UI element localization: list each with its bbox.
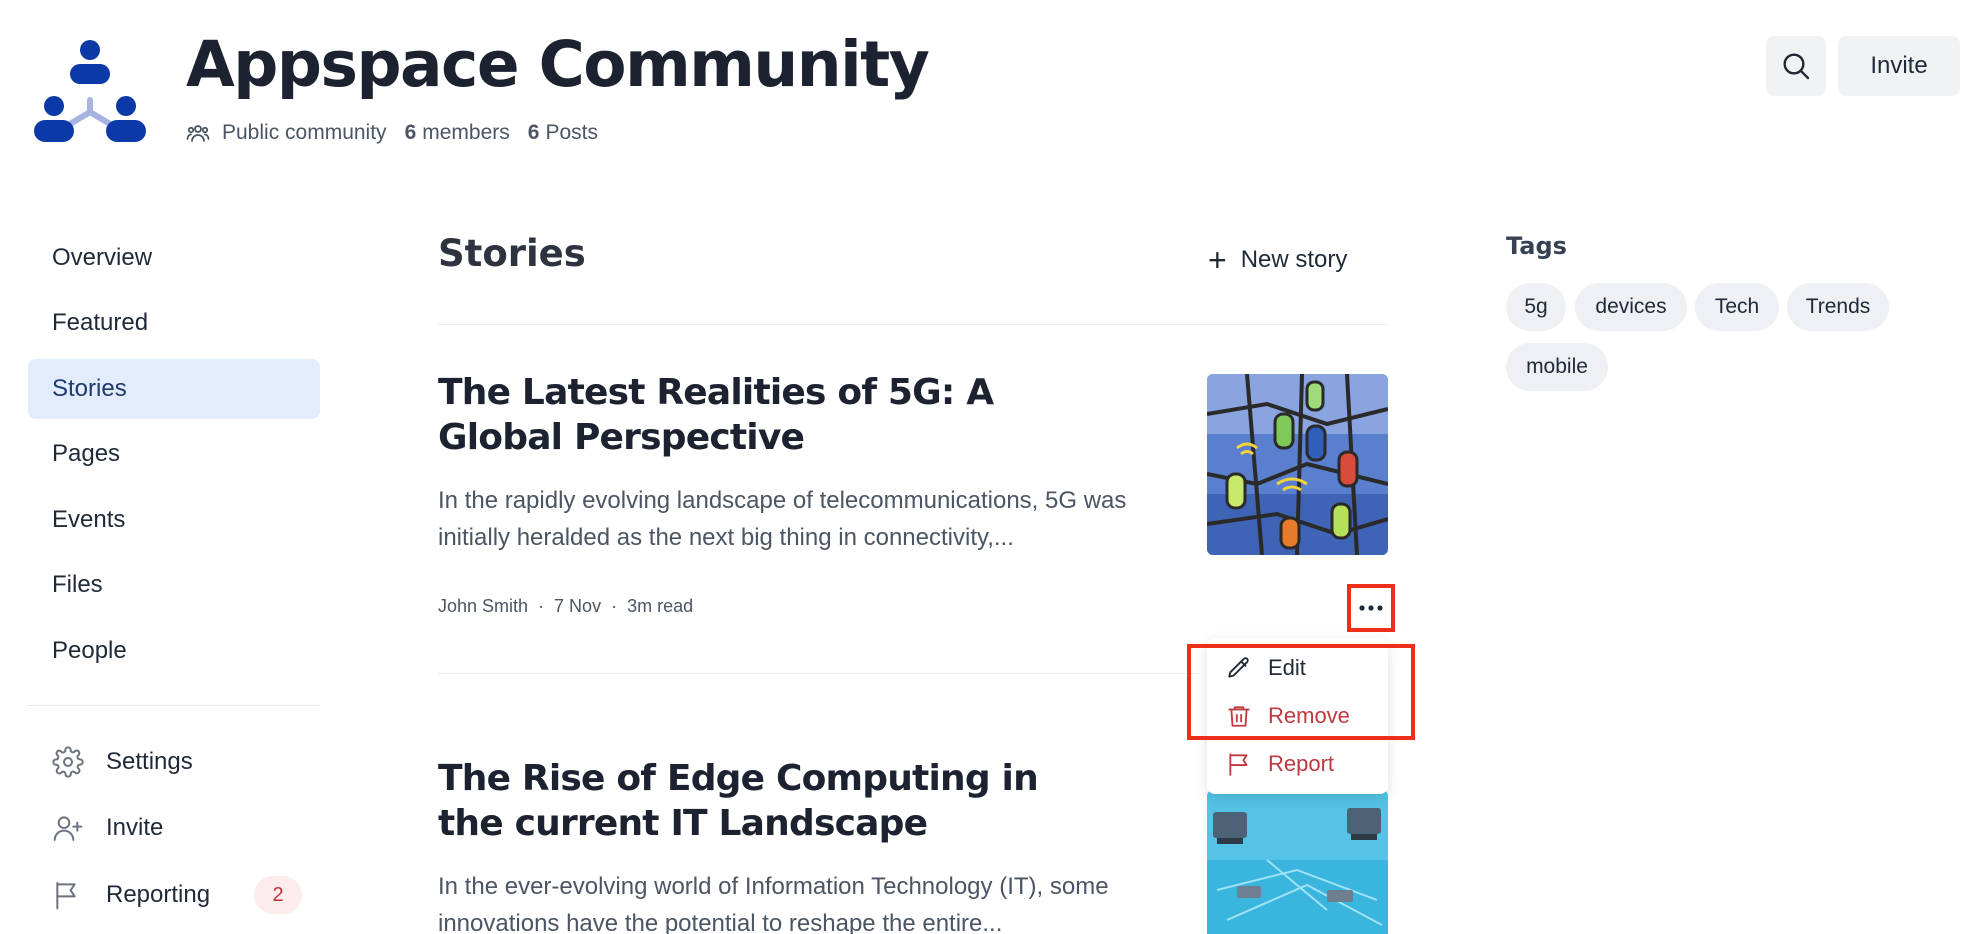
visibility-label: Public community <box>222 121 387 144</box>
posts-count: 6 <box>527 121 540 144</box>
tags-title: Tags <box>1506 232 1567 260</box>
sidebar-item-events[interactable]: Events <box>28 490 320 550</box>
flag-icon <box>56 882 76 910</box>
section-divider <box>438 324 1388 325</box>
plus-icon: + <box>1208 242 1227 278</box>
story-thumbnail[interactable] <box>1207 374 1388 555</box>
tag-chip[interactable]: devices <box>1575 283 1687 331</box>
menu-item-report-label: Report <box>1268 751 1335 776</box>
menu-item-report[interactable]: Report <box>1226 746 1334 782</box>
community-title: Appspace Community <box>186 28 930 101</box>
sidebar-item-people[interactable]: People <box>28 621 320 681</box>
story-thumbnail[interactable] <box>1207 790 1388 934</box>
settings-label: Settings <box>106 748 193 775</box>
user-plus-icon <box>53 816 83 841</box>
gear-icon <box>52 746 84 778</box>
reporting-link[interactable]: Reporting <box>52 875 210 915</box>
community-meta: Public community 6 members 6 Posts <box>186 121 598 145</box>
posts-label: Posts <box>545 121 598 144</box>
search-button[interactable] <box>1766 36 1826 96</box>
sidebar-item-featured[interactable]: Featured <box>28 293 320 353</box>
sidebar-item-stories[interactable]: Stories <box>28 359 320 419</box>
tag-chip[interactable]: 5g <box>1506 283 1566 331</box>
sidebar-divider <box>28 705 320 706</box>
more-button-highlight <box>1347 584 1395 632</box>
story-excerpt: In the rapidly evolving landscape of tel… <box>438 487 1127 551</box>
story-title[interactable]: The Latest Realities of 5G: A Global Per… <box>438 370 1078 460</box>
invite-label: Invite <box>106 814 164 841</box>
story-read-time: 3m read <box>627 596 694 616</box>
story-title[interactable]: The Rise of Edge Computing in the curren… <box>438 756 1078 846</box>
sidebar-item-pages[interactable]: Pages <box>28 424 320 484</box>
community-logo <box>34 40 146 142</box>
tag-chip[interactable]: Trends <box>1787 283 1889 331</box>
settings-link[interactable]: Settings <box>52 742 193 782</box>
people-icon <box>186 125 210 142</box>
flag-icon <box>1229 753 1248 776</box>
search-icon <box>1783 53 1810 80</box>
invite-link[interactable]: Invite <box>52 808 163 848</box>
tag-chip[interactable]: Tech <box>1695 283 1779 331</box>
new-story-button[interactable]: + New story <box>1208 240 1347 280</box>
sidebar-item-files[interactable]: Files <box>28 555 320 615</box>
story-divider <box>438 673 1198 674</box>
reporting-count-badge: 2 <box>254 876 302 914</box>
section-title: Stories <box>438 232 586 275</box>
story-author[interactable]: John Smith <box>438 596 528 616</box>
invite-button[interactable]: Invite <box>1838 36 1960 96</box>
story-excerpt: In the ever-evolving world of Informatio… <box>438 873 1109 934</box>
story-meta: John Smith · 7 Nov · 3m read <box>438 596 694 616</box>
members-count: 6 <box>404 121 417 144</box>
tag-chip[interactable]: mobile <box>1506 343 1608 391</box>
reporting-label: Reporting <box>106 881 211 908</box>
members-label: members <box>422 121 510 144</box>
new-story-label: New story <box>1240 246 1348 273</box>
sidebar-item-overview[interactable]: Overview <box>28 228 320 288</box>
menu-highlight <box>1187 644 1415 740</box>
story-date: 7 Nov <box>554 596 602 616</box>
